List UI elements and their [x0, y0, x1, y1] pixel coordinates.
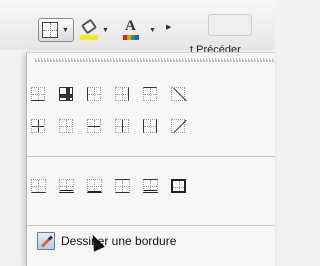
chevron-down-icon: ▼ [62, 26, 69, 34]
border-options-row [27, 81, 275, 111]
top-border-icon[interactable] [143, 87, 157, 101]
toolbar-control[interactable] [208, 14, 252, 36]
thick-outside-icon[interactable] [171, 179, 186, 193]
pencil-icon [37, 232, 55, 250]
borders-icon [42, 22, 58, 38]
inside-borders-icon[interactable] [31, 119, 45, 133]
borders-menu: Dessiner une bordure [26, 52, 275, 266]
top-bottom-icon[interactable] [115, 179, 130, 193]
borders-button[interactable]: ▼ [38, 18, 74, 42]
fill-color-icon [80, 18, 98, 40]
chevron-right-icon[interactable]: ▶ [166, 23, 171, 31]
menu-grip[interactable] [35, 58, 275, 62]
diagonal-up-icon[interactable] [171, 119, 185, 133]
thick-bottom-border-icon[interactable] [87, 179, 102, 193]
diagonal-down-icon[interactable] [171, 87, 185, 101]
chevron-down-icon: ▼ [102, 26, 109, 34]
draw-border-label: Dessiner une bordure [61, 234, 177, 248]
double-bottom-icon[interactable] [59, 179, 74, 193]
border-options-row [27, 113, 275, 143]
draw-border-menu-item[interactable]: Dessiner une bordure [27, 229, 275, 253]
left-border-icon[interactable] [87, 87, 101, 101]
font-color-button[interactable]: A ▼ [123, 18, 156, 42]
fill-color-button[interactable]: ▼ [80, 18, 109, 42]
right-border-icon[interactable] [115, 87, 129, 101]
bottom-line-icon[interactable] [31, 179, 46, 193]
outside-left-icon[interactable] [59, 119, 73, 133]
bottom-border-icon[interactable] [31, 87, 45, 101]
chevron-down-icon: ▼ [149, 26, 156, 34]
menu-divider [27, 156, 275, 157]
menu-divider [27, 225, 275, 226]
border-options-row [27, 173, 275, 203]
inside-vertical-icon[interactable] [115, 119, 129, 133]
top-double-bottom-icon[interactable] [143, 179, 158, 193]
all-borders-icon[interactable] [59, 87, 73, 101]
inside-horizontal-icon[interactable] [87, 119, 101, 133]
vertical-edges-icon[interactable] [143, 119, 157, 133]
font-color-icon: A [123, 18, 145, 40]
toolbar: ▼ ▼ A ▼ ▶ t Précéder [0, 0, 275, 56]
